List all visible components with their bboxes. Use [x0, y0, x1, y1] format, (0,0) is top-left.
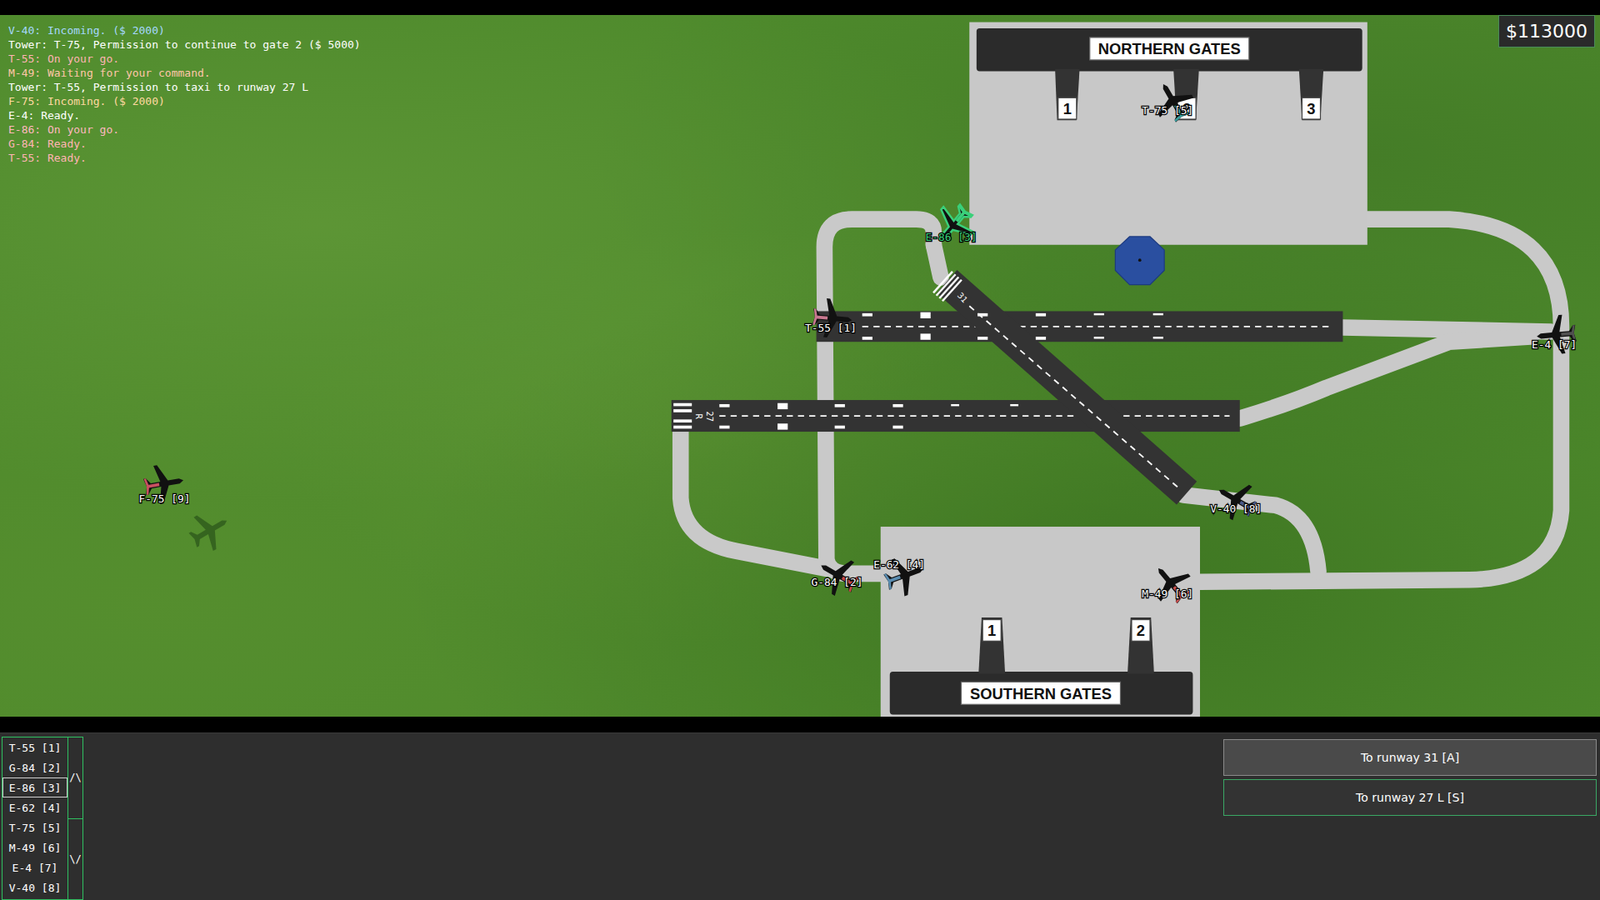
aircraft[interactable]: F-75 [9] [139, 460, 237, 557]
aircraft-label[interactable]: E-4 [7] [1531, 338, 1577, 351]
airplane-body [1146, 74, 1200, 128]
airplane-icon[interactable] [1146, 74, 1200, 128]
aircraft[interactable]: E-4 [7] [1531, 313, 1578, 356]
scroll-down-button[interactable]: \/ [68, 819, 84, 900]
gate-badge [1301, 97, 1320, 120]
list-scroll[interactable]: /\\/ [68, 736, 84, 900]
log-line: F-75: Incoming. ($ 2000) [8, 94, 361, 109]
aircraft[interactable]: V-40 [8] [1209, 473, 1263, 527]
aircraft-list-item[interactable]: V-40 [8] [2, 877, 68, 898]
aircraft-label[interactable]: T-75 [5] [1141, 104, 1194, 117]
message-log: V-40: Incoming. ($ 2000)Tower: T-75, Per… [8, 23, 361, 165]
aircraft-label[interactable]: E-62 [4] [873, 558, 925, 571]
aircraft-label[interactable]: V-40 [8] [1210, 502, 1262, 515]
aircraft-label[interactable]: F-75 [9] [139, 492, 191, 505]
log-line: T-55: Ready. [8, 150, 361, 165]
command-button[interactable]: To runway 31 [A] [1223, 739, 1597, 776]
shadow-icon [183, 504, 237, 558]
log-line: E-4: Ready. [8, 108, 361, 123]
airplane-icon[interactable] [1143, 555, 1199, 611]
terminal-sign [960, 681, 1120, 705]
aircraft-layer[interactable]: T-55 [1] G-84 [2] E-86 [3] E-62 [4] T-75 [5]… [139, 74, 1579, 611]
aircraft-list-item[interactable]: E-86 [3] [2, 777, 68, 798]
log-line: Tower: T-55, Permission to taxi to runwa… [8, 80, 361, 95]
gate-badge [1058, 97, 1077, 120]
scroll-up-button[interactable]: /\ [68, 736, 84, 820]
runway-marking: 31 [955, 290, 970, 305]
command-buttons: To runway 31 [A]To runway 27 L [S] [1223, 736, 1597, 900]
gate-number[interactable]: 1 [987, 621, 996, 640]
airplane-icon[interactable] [811, 548, 865, 602]
terminals: NORTHERN GATES123SOUTHERN GATES12 [880, 22, 1368, 717]
gate-number[interactable]: 1 [1063, 100, 1072, 118]
log-line: Tower: T-75, Permission to continue to g… [8, 37, 361, 52]
aircraft-label[interactable]: M-49 [6] [1141, 587, 1194, 600]
log-line: V-40: Incoming. ($ 2000) [8, 23, 361, 38]
aircraft-label[interactable]: T-55 [1] [805, 321, 857, 335]
command-panel: T-55 [1]G-84 [2]E-86 [3]E-62 [4]T-75 [5]… [0, 732, 1600, 900]
aircraft-list-item[interactable]: E-62 [4] [2, 797, 68, 818]
log-line: M-49: Waiting for your command. [8, 65, 361, 80]
terminal-name: SOUTHERN GATES [970, 685, 1112, 703]
gate-number[interactable]: 3 [1306, 100, 1315, 118]
gate-badge [1131, 620, 1150, 642]
airplane-body [925, 197, 981, 253]
airfield-map[interactable]: NORTHERN GATES123SOUTHERN GATES12 3127R … [0, 15, 1600, 717]
aircraft[interactable]: M-49 [6] [1141, 555, 1199, 611]
aircraft[interactable]: T-55 [1] [805, 297, 857, 340]
airplane-body [1143, 555, 1199, 611]
airfield[interactable]: NORTHERN GATES123SOUTHERN GATES12 3127R … [0, 15, 1600, 717]
aircraft-list-item[interactable]: E-4 [7] [2, 857, 68, 878]
aircraft-list-item[interactable]: M-49 [6] [2, 837, 68, 858]
aircraft-list-item[interactable]: G-84 [2] [2, 757, 68, 778]
aircraft-list-item[interactable]: T-75 [5] [2, 817, 68, 838]
runways [671, 270, 1344, 493]
log-line: G-84: Ready. [8, 136, 361, 151]
aircraft-label[interactable]: G-84 [2] [810, 575, 863, 589]
terminal-name: NORTHERN GATES [1098, 40, 1241, 58]
aircraft[interactable]: E-62 [4] [873, 550, 930, 601]
top-bar [0, 0, 1600, 15]
log-line: E-86: On your go. [8, 122, 361, 137]
airplane-icon[interactable] [925, 197, 981, 253]
gate-number[interactable]: 2 [1136, 621, 1145, 640]
airplane-body [1209, 473, 1263, 527]
aircraft-list-item[interactable]: T-55 [1] [2, 737, 68, 758]
aircraft[interactable]: G-84 [2] [810, 548, 865, 602]
aircraft[interactable]: T-75 [5] [1141, 74, 1200, 128]
aircraft-label[interactable]: E-86 [3] [925, 230, 978, 244]
command-button[interactable]: To runway 27 L [S] [1223, 779, 1597, 816]
aircraft[interactable]: E-86 [3] [925, 197, 982, 253]
terminal-sign [1090, 37, 1250, 60]
runway-marking: 27 [705, 410, 715, 421]
aircraft-list[interactable]: T-55 [1]G-84 [2]E-86 [3]E-62 [4]T-75 [5]… [1, 736, 69, 900]
airplane-body [811, 548, 865, 602]
separator [0, 716, 1600, 733]
gate-badge [982, 620, 1001, 642]
airplane-icon[interactable] [1209, 473, 1263, 527]
log-line: T-55: On your go. [8, 51, 361, 66]
money-display: $113000 [1498, 15, 1595, 48]
runway-marking: R [694, 413, 704, 420]
runway-labels: 31 27R [694, 290, 970, 422]
